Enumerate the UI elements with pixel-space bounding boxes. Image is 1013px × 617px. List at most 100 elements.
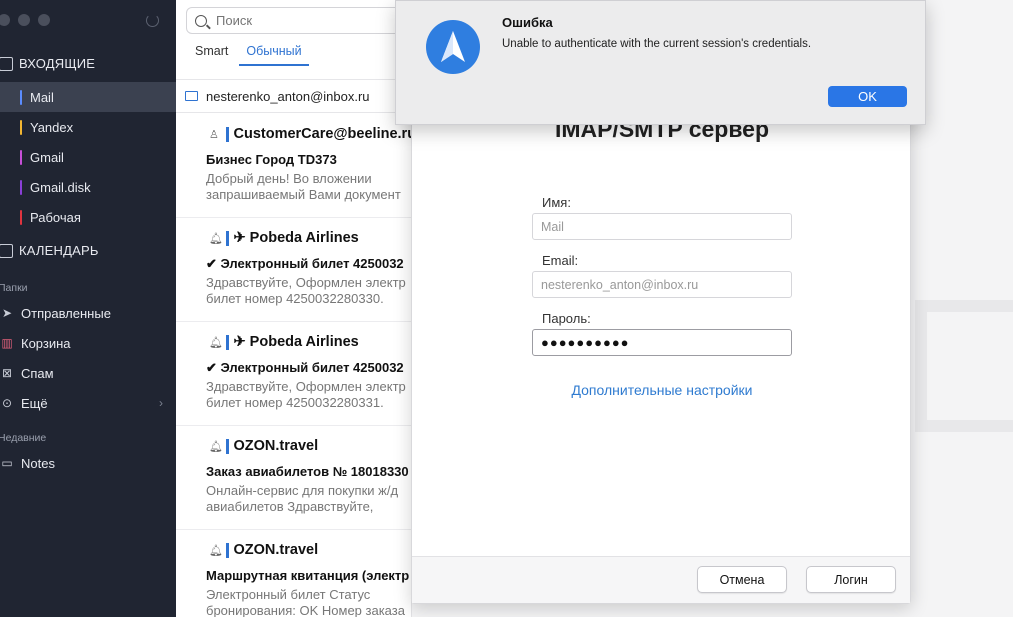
name-label: Имя: <box>542 195 571 210</box>
account-color-bar <box>20 89 22 105</box>
calendar-icon <box>0 243 13 258</box>
message-subject: Бизнес Город TD373 <box>206 152 337 167</box>
account-color-bar <box>20 209 22 225</box>
account-color-bar <box>20 149 22 165</box>
account-header[interactable]: nesterenko_anton@inbox.ru <box>176 79 411 113</box>
sidebar-folder-sent[interactable]: ➤ Отправленные <box>0 298 176 328</box>
account-label: Gmail.disk <box>30 179 91 195</box>
account-email: nesterenko_anton@inbox.ru <box>206 88 370 104</box>
account-color-bar <box>20 179 22 195</box>
close-window-button[interactable] <box>0 14 10 26</box>
account-label: Рабочая <box>30 209 81 225</box>
message-sender: ✈ Pobeda Airlines <box>233 334 359 350</box>
folder-label: Notes <box>21 455 55 471</box>
search-icon <box>195 14 207 27</box>
sidebar-folder-trash[interactable]: ▥ Корзина <box>0 328 176 358</box>
account-color-bar <box>20 119 22 135</box>
message-list: Smart Обычный nesterenko_anton@inbox.ru … <box>176 0 412 617</box>
email-field[interactable]: nesterenko_anton@inbox.ru <box>532 271 792 298</box>
sidebar-calendar-label: КАЛЕНДАРЬ <box>19 243 99 258</box>
sync-icon[interactable] <box>146 14 159 27</box>
sidebar-account-gmail-disk[interactable]: Gmail.disk <box>0 172 176 202</box>
zoom-window-button[interactable] <box>38 14 50 26</box>
trash-icon: ▥ <box>1 336 13 350</box>
name-field[interactable]: Mail <box>532 213 792 240</box>
email-label: Email: <box>542 253 579 268</box>
sidebar-calendar[interactable]: КАЛЕНДАРЬ <box>0 243 99 258</box>
sidebar-account-work[interactable]: Рабочая <box>0 202 176 232</box>
folder-label: Корзина <box>21 335 71 351</box>
list-item[interactable]: 🔔︎ ✈ Pobeda Airlines ✔ Электронный билет… <box>176 218 411 322</box>
password-label: Пароль: <box>542 311 591 326</box>
sidebar-account-yandex[interactable]: Yandex <box>0 112 176 142</box>
list-item[interactable]: ♙ CustomerCare@beeline.ru Бизнес Город T… <box>176 114 412 218</box>
message-subject: Маршрутная квитанция (электр <box>206 568 410 583</box>
sidebar-inbox-label: ВХОДЯЩИЕ <box>19 56 96 71</box>
chevron-right-icon: › <box>159 396 163 410</box>
message-subject: ✔ Электронный билет 4250032 <box>206 256 404 271</box>
sidebar-folder-spam[interactable]: ⊠ Спам <box>0 358 176 388</box>
send-icon: ➤ <box>1 306 13 320</box>
alert-title: Ошибка <box>502 15 553 30</box>
message-sender: ✈ Pobeda Airlines <box>233 230 359 246</box>
envelope-icon <box>915 300 1013 432</box>
cancel-button[interactable]: Отмена <box>697 566 787 593</box>
message-preview-line: билет номер 4250032280331. <box>206 395 384 410</box>
message-subject: ✔ Электронный билет 4250032 <box>206 360 404 375</box>
ok-button[interactable]: OK <box>828 86 907 107</box>
advanced-settings-link[interactable]: Дополнительные настройки <box>412 382 912 398</box>
account-color-bar <box>226 230 229 246</box>
recent-group-label: Недавние <box>0 432 47 444</box>
sidebar-account-gmail[interactable]: Gmail <box>0 142 176 172</box>
sidebar-folder-more[interactable]: ⊙ Ещё › <box>0 388 176 418</box>
app-logo-icon <box>426 20 480 74</box>
password-field[interactable]: ●●●●●●●●●● <box>532 329 792 356</box>
tab-smart[interactable]: Smart <box>195 44 228 66</box>
envelope-icon <box>185 91 198 101</box>
folder-icon: ▭ <box>1 456 13 470</box>
message-sender: CustomerCare@beeline.ru <box>233 126 412 142</box>
account-color-bar <box>226 438 229 454</box>
window-controls <box>0 14 50 26</box>
message-preview: Здравствуйте, Оформлен электр билет номер… <box>206 379 411 411</box>
minimize-window-button[interactable] <box>18 14 30 26</box>
message-preview: Здравствуйте, Оформлен электр билет номер… <box>206 275 411 307</box>
message-sender: OZON.travel <box>233 438 319 454</box>
folders-group-label: Папки <box>0 282 28 294</box>
search-input[interactable] <box>216 13 396 28</box>
message-preview-line: бронирования: OK Номер заказа <box>206 603 405 617</box>
message-preview-line: запрашиваемый Вами документ <box>206 187 401 202</box>
inbox-icon <box>0 56 13 71</box>
message-preview: Электронный билет Статус бронирования: OK… <box>206 587 411 617</box>
alert-message: Unable to authenticate with the current … <box>502 38 812 50</box>
message-preview-line: Здравствуйте, Оформлен электр <box>206 379 406 394</box>
more-icon: ⊙ <box>1 396 13 410</box>
message-preview-line: Добрый день! Во вложении <box>206 171 372 186</box>
error-alert: Ошибка Unable to authenticate with the c… <box>395 0 926 125</box>
message-preview-line: Электронный билет Статус <box>206 587 371 602</box>
message-sender: OZON.travel <box>233 542 319 558</box>
list-item[interactable]: 🔔︎ OZON.travel Маршрутная квитанция (эле… <box>176 530 411 617</box>
spam-icon: ⊠ <box>1 366 13 380</box>
message-preview-line: авиабилетов Здравствуйте, <box>206 499 374 514</box>
account-color-bar <box>226 542 229 558</box>
list-item[interactable]: 🔔︎ ✈ Pobeda Airlines ✔ Электронный билет… <box>176 322 411 426</box>
message-preview-line: Здравствуйте, Оформлен электр <box>206 275 406 290</box>
sidebar-folder-notes[interactable]: ▭ Notes <box>0 448 176 478</box>
message-preview: Добрый день! Во вложении запрашиваемый Ва… <box>206 171 411 203</box>
search-box[interactable] <box>186 7 411 34</box>
message-preview-line: билет номер 4250032280330. <box>206 291 384 306</box>
folder-label: Ещё <box>21 395 48 411</box>
sidebar-inbox[interactable]: ВХОДЯЩИЕ <box>0 56 95 71</box>
tab-regular[interactable]: Обычный <box>239 44 309 66</box>
message-preview: Онлайн-сервис для покупки ж/д авиабилетов… <box>206 483 411 515</box>
list-tabs: Smart Обычный <box>195 44 327 66</box>
list-item[interactable]: 🔔︎ OZON.travel Заказ авиабилетов № 18018… <box>176 426 411 530</box>
sheet-footer: Отмена Логин <box>412 556 910 603</box>
sidebar-account-mail[interactable]: Mail <box>0 82 176 112</box>
message-preview-line: Онлайн-сервис для покупки ж/д <box>206 483 399 498</box>
login-button[interactable]: Логин <box>806 566 896 593</box>
app-window: ВХОДЯЩИЕ Mail Yandex Gmail Gmail.disk Ра… <box>0 0 1013 617</box>
folder-label: Спам <box>21 365 54 381</box>
folder-label: Отправленные <box>21 305 111 321</box>
